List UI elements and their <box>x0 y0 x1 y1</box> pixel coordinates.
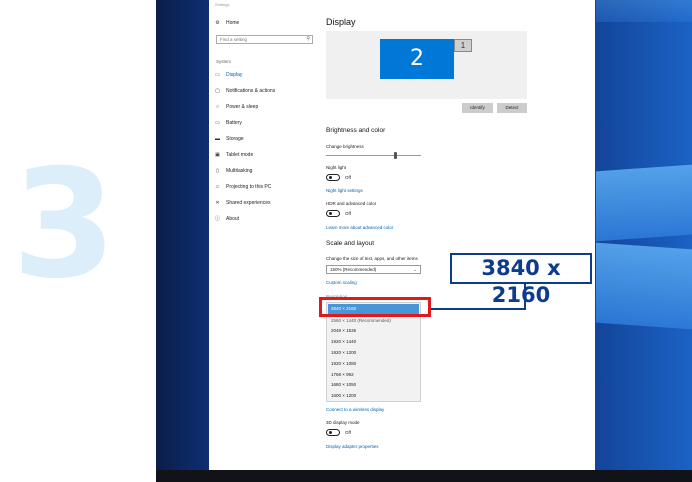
sidebar-item-storage[interactable]: ▬ Storage <box>215 135 244 143</box>
resolution-option[interactable]: 1600 × 1200 <box>331 393 356 398</box>
scale-heading: Scale and layout <box>326 240 375 247</box>
3d-mode-label: 3D display mode <box>326 420 360 425</box>
windows-logo-pane <box>596 164 692 242</box>
night-light-state: Off <box>345 175 351 180</box>
sidebar: ⚙ Home Find a setting ⚲ System ▭ Display… <box>209 0 317 470</box>
scale-label: Change the size of text, apps, and other… <box>326 256 418 261</box>
sidebar-item-tablet[interactable]: ▣ Tablet mode <box>215 151 253 159</box>
custom-scaling-link[interactable]: Custom scaling <box>326 280 357 285</box>
resolution-dropdown[interactable]: 3840 × 2160 2560 × 1440 (Recommended) 20… <box>326 302 421 402</box>
sidebar-item-multitasking[interactable]: ▯ Multitasking <box>215 167 252 175</box>
brightness-label: Change brightness <box>326 144 364 149</box>
adapter-properties-link[interactable]: Display adapter properties <box>326 444 379 449</box>
monitor-1[interactable]: 1 <box>454 39 472 52</box>
storage-icon: ▬ <box>215 135 220 142</box>
battery-icon: ▭ <box>215 119 220 126</box>
projecting-icon: ▱ <box>215 183 220 190</box>
sidebar-item-display[interactable]: ▭ Display <box>215 71 242 79</box>
settings-window: Settings ⚙ Home Find a setting ⚲ System … <box>209 0 595 470</box>
chevron-down-icon: ⌄ <box>413 267 417 272</box>
search-placeholder: Find a setting <box>220 37 248 42</box>
brightness-heading: Brightness and color <box>326 127 386 134</box>
night-light-settings-link[interactable]: Night light settings <box>326 188 363 193</box>
night-light-toggle[interactable] <box>326 174 340 181</box>
taskbar <box>156 470 692 482</box>
monitor-icon: ▭ <box>215 71 220 78</box>
step-number: 3 <box>12 138 117 312</box>
sidebar-item-battery[interactable]: ▭ Battery <box>215 119 242 127</box>
resolution-callout: 3840 x 2160 <box>450 253 592 307</box>
resolution-option[interactable]: 1920 × 1080 <box>331 361 356 366</box>
highlight-box <box>319 297 431 317</box>
section-heading: System <box>216 59 232 64</box>
3d-mode-toggle[interactable] <box>326 429 340 436</box>
brightness-slider[interactable] <box>326 155 421 156</box>
sidebar-item-label: Tablet mode <box>226 152 254 158</box>
scale-select[interactable]: 150% (Recommended) ⌄ <box>326 265 421 274</box>
search-icon: ⚲ <box>306 36 310 42</box>
resolution-option[interactable]: 1920 × 1200 <box>331 350 356 355</box>
tablet-icon: ▣ <box>215 151 220 158</box>
night-light-label: Night light <box>326 165 347 170</box>
sidebar-home-label: Home <box>226 20 240 26</box>
resolution-option[interactable]: 1920 × 1440 <box>331 339 356 344</box>
monitor-2[interactable]: 2 <box>380 39 454 79</box>
hdr-state: Off <box>345 211 351 216</box>
scale-value: 150% (Recommended) <box>330 267 377 272</box>
gear-icon: ⚙ <box>215 19 220 26</box>
resolution-option[interactable]: 1680 × 1050 <box>331 382 356 387</box>
search-input[interactable]: Find a setting ⚲ <box>216 35 313 44</box>
windows-logo-pane <box>596 242 692 330</box>
light-beam <box>596 0 692 22</box>
resolution-option[interactable]: 2048 × 1536 <box>331 328 356 333</box>
sidebar-item-label: Power & sleep <box>226 104 259 110</box>
3d-mode-state: Off <box>345 430 351 435</box>
sidebar-item-label: Battery <box>226 120 242 126</box>
power-icon: ○ <box>215 103 220 110</box>
wireless-display-link[interactable]: Connect to a wireless display <box>326 407 384 412</box>
sidebar-item-label: Multitasking <box>226 168 253 174</box>
identify-button[interactable]: Identify <box>462 103 493 113</box>
sidebar-item-label: Projecting to this PC <box>226 184 272 190</box>
sidebar-item-label: Display <box>226 72 243 78</box>
multitasking-icon: ▯ <box>216 167 219 174</box>
sidebar-item-label: Notifications & actions <box>226 88 276 94</box>
notifications-icon: ▢ <box>215 87 220 94</box>
sidebar-item-label: Shared experiences <box>226 200 271 206</box>
hdr-label: HDR and advanced color <box>326 201 377 206</box>
resolution-option[interactable]: 1768 × 992 <box>331 372 354 377</box>
sidebar-item-label: About <box>226 216 240 222</box>
sidebar-home[interactable]: ⚙ Home <box>215 19 239 27</box>
sidebar-item-notifications[interactable]: ▢ Notifications & actions <box>215 87 275 95</box>
info-icon: ⓘ <box>215 215 221 222</box>
advanced-color-link[interactable]: Learn more about advanced color <box>326 225 393 230</box>
brightness-slider-thumb[interactable] <box>394 152 397 159</box>
shared-icon: ✕ <box>215 199 220 206</box>
main-content: Display 2 1 Identify Detect Brightness a… <box>326 0 595 470</box>
sidebar-item-power[interactable]: ○ Power & sleep <box>215 103 258 111</box>
hdr-toggle[interactable] <box>326 210 340 217</box>
sidebar-item-label: Storage <box>226 136 244 142</box>
sidebar-item-about[interactable]: ⓘ About <box>215 215 239 223</box>
sidebar-item-projecting[interactable]: ▱ Projecting to this PC <box>215 183 272 191</box>
page-title: Display <box>326 17 356 27</box>
resolution-option[interactable]: 2560 × 1440 (Recommended) <box>331 318 391 323</box>
detect-button[interactable]: Detect <box>497 103 527 113</box>
sidebar-item-shared[interactable]: ✕ Shared experiences <box>215 199 270 207</box>
display-arrangement: 2 1 <box>326 31 527 99</box>
